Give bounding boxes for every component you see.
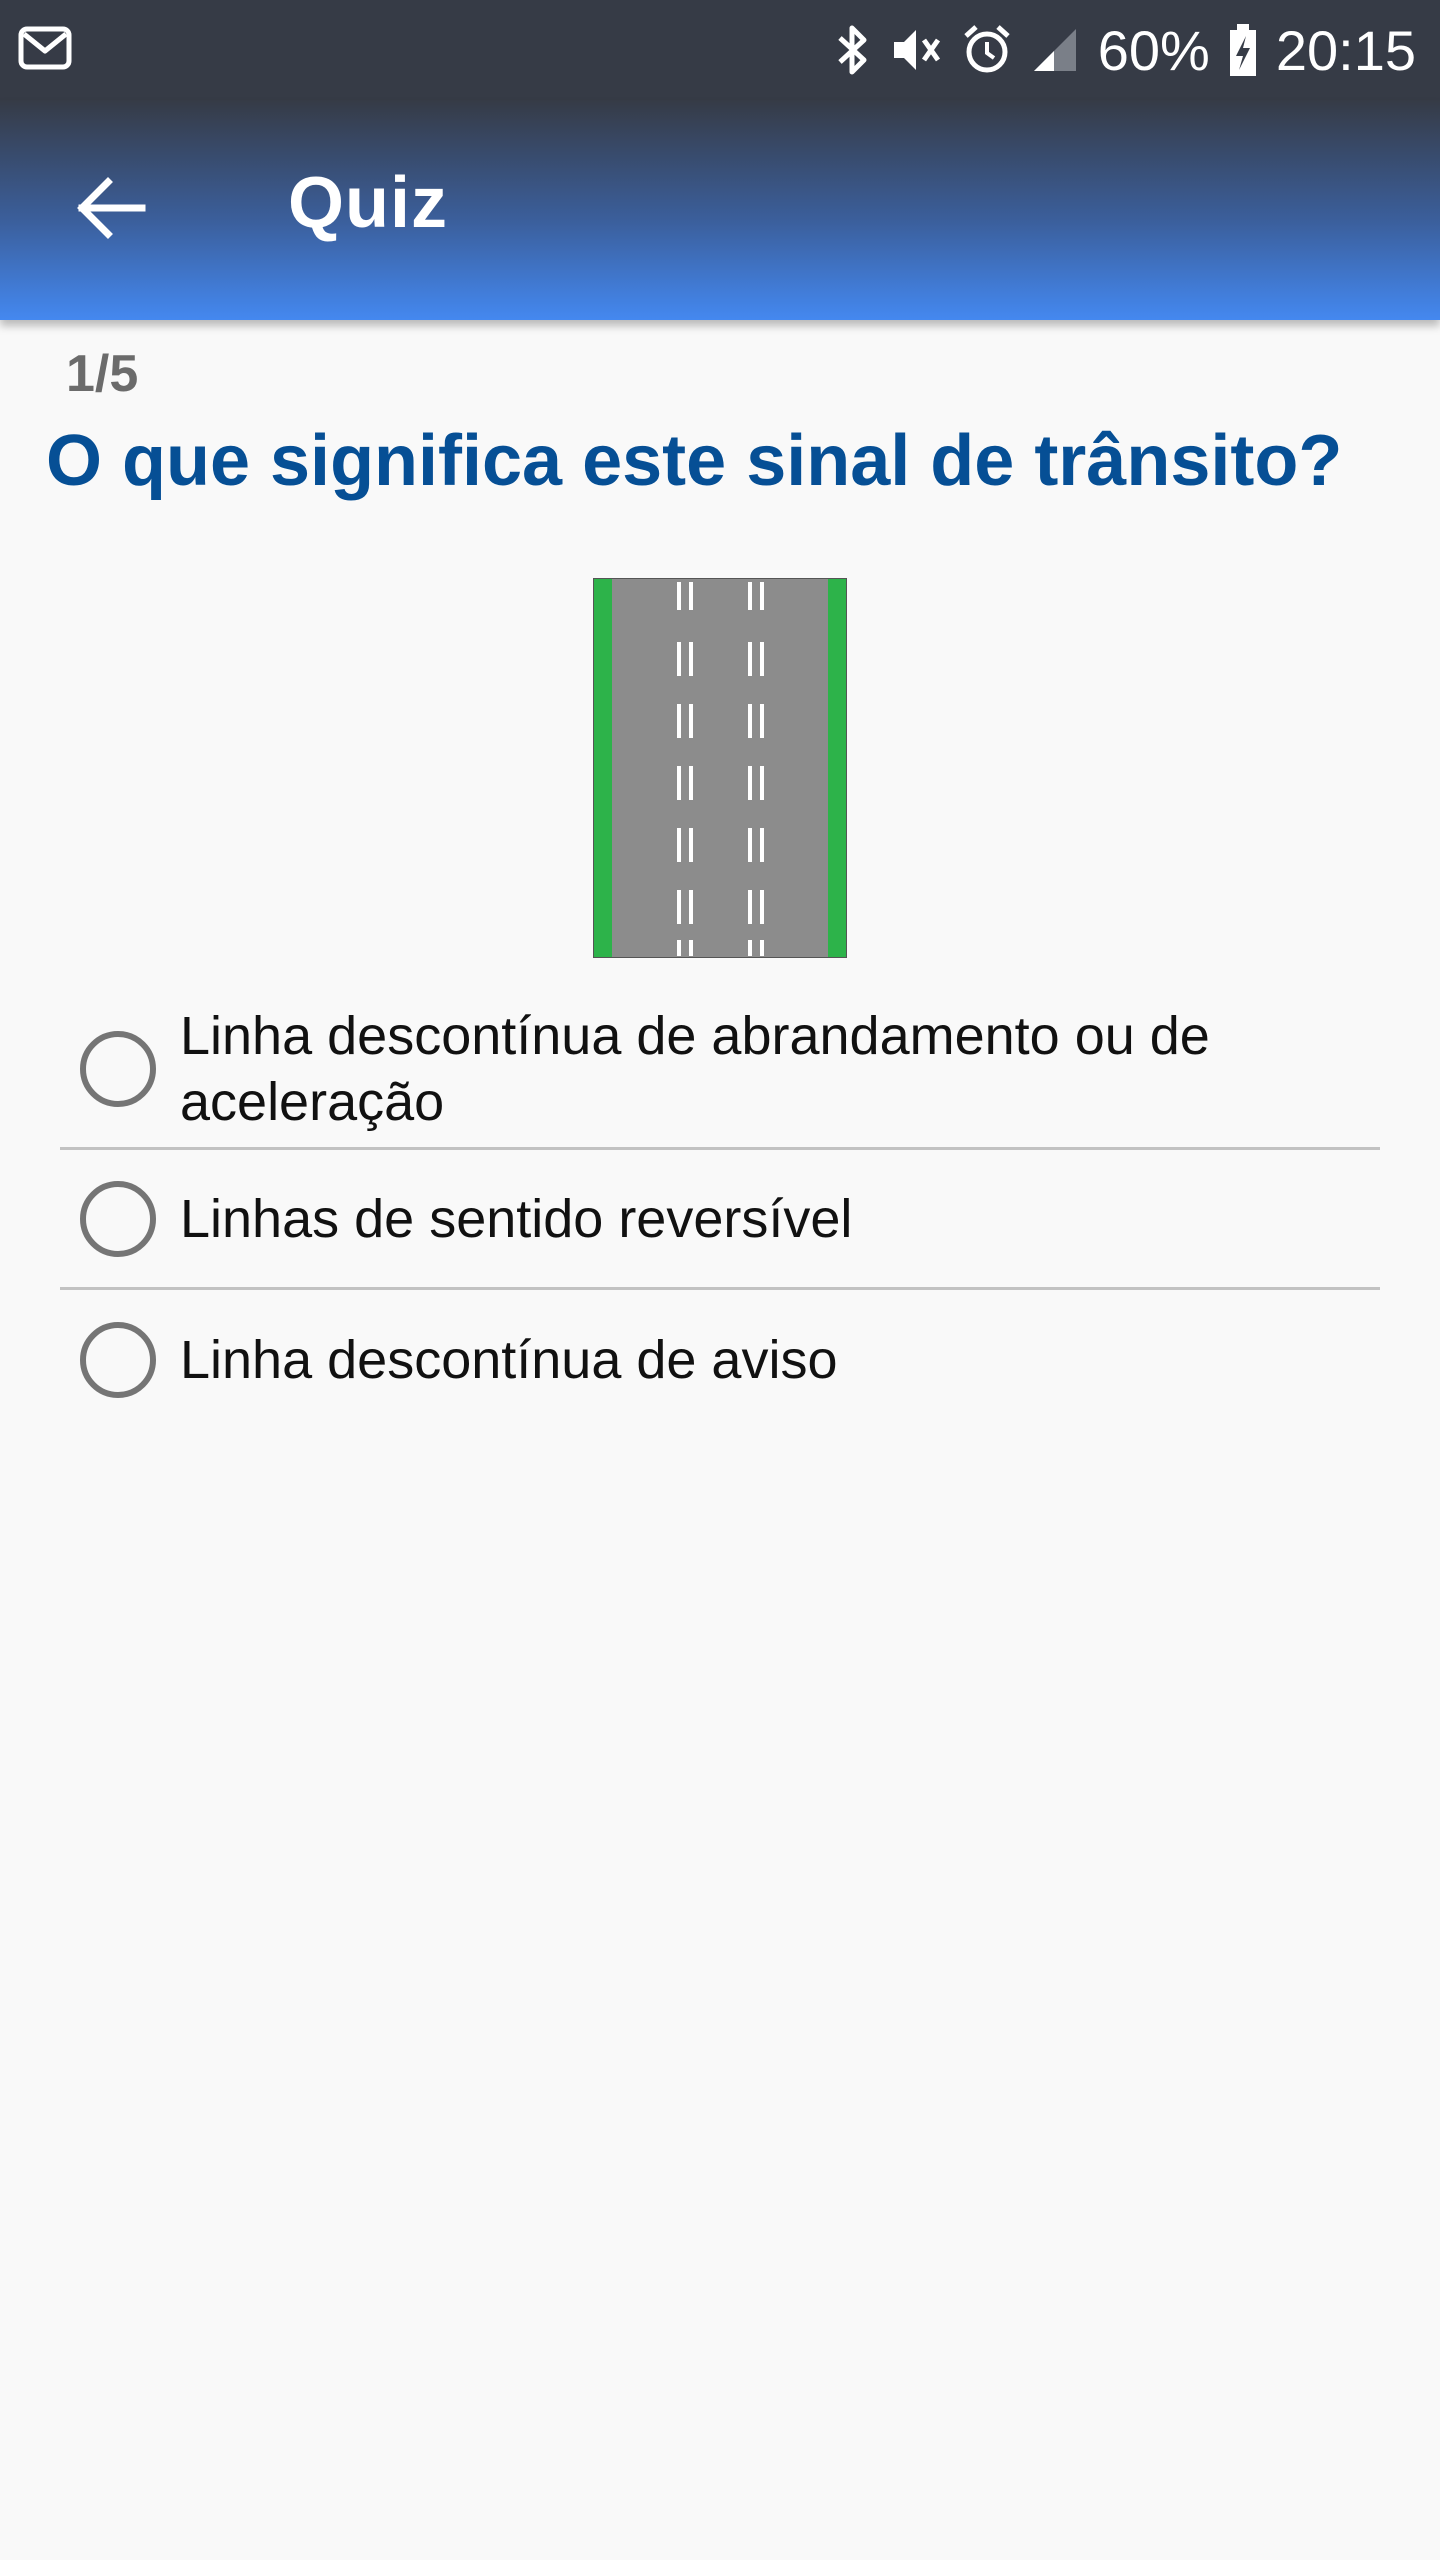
clock-text: 20:15 — [1275, 18, 1416, 82]
back-button[interactable] — [60, 160, 160, 260]
answer-options: Linha descontínua de abrandamento ou de … — [60, 990, 1380, 1430]
question-progress: 1/5 — [66, 345, 139, 403]
battery-text: 60% — [1097, 18, 1210, 82]
answer-option-label: Linha descontínua de aviso — [180, 1330, 838, 1390]
battery-charging-icon — [1228, 22, 1258, 78]
answer-option-3[interactable]: Linha descontínua de aviso — [60, 1290, 1380, 1430]
arrow-back-icon — [74, 176, 146, 244]
alarm-icon — [962, 22, 1012, 78]
mail-icon — [18, 24, 72, 72]
app-bar: Quiz — [0, 100, 1440, 320]
status-bar: 60% 20:15 — [0, 0, 1440, 100]
vibrate-mute-icon — [888, 22, 944, 78]
page-title: Quiz — [288, 163, 448, 243]
answer-option-2[interactable]: Linhas de sentido reversível — [60, 1150, 1380, 1290]
radio-button[interactable] — [80, 1322, 156, 1398]
signal-icon — [1030, 25, 1080, 75]
bluetooth-icon — [834, 22, 870, 78]
radio-button[interactable] — [80, 1030, 156, 1107]
radio-button[interactable] — [80, 1180, 156, 1257]
question-text: O que significa este sinal de trânsito? — [46, 421, 1343, 501]
answer-option-label: Linhas de sentido reversível — [180, 1188, 853, 1249]
road-marking-image — [592, 577, 848, 959]
answer-option-1[interactable]: Linha descontínua de abrandamento ou de … — [60, 990, 1380, 1150]
status-icons: 60% 20:15 — [834, 14, 1416, 86]
answer-option-label: Linha descontínua de abrandamento ou de … — [180, 1005, 1210, 1132]
